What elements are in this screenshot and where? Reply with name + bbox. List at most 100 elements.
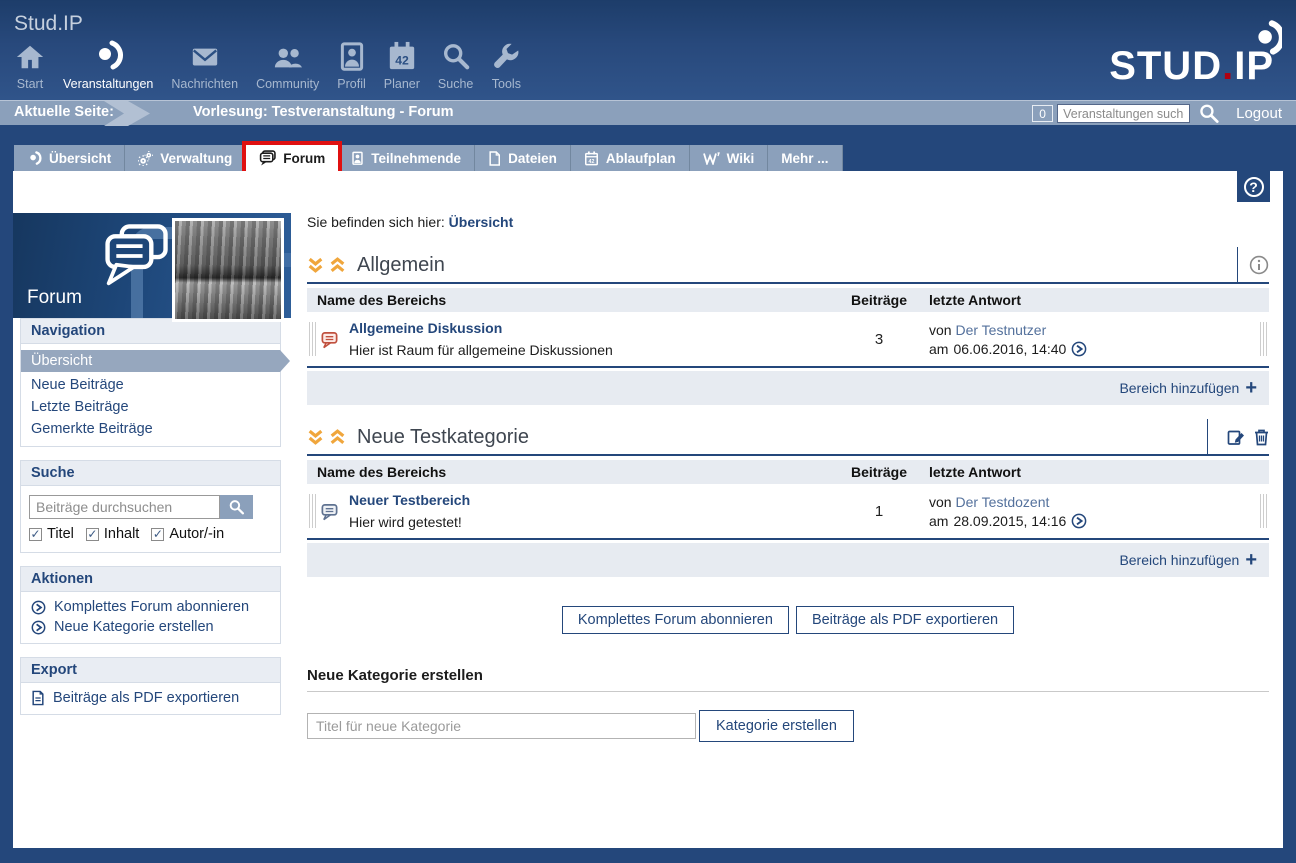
- widget-body: ✓ Titel ✓ Inhalt ✓ Autor/-in: [21, 486, 280, 552]
- course-search-input[interactable]: [1057, 104, 1190, 123]
- export-pdf-button[interactable]: Beiträge als PDF exportieren: [796, 606, 1014, 634]
- goto-post-icon[interactable]: [1071, 513, 1087, 529]
- nav-item-start[interactable]: Start: [6, 38, 54, 91]
- new-category-heading: Neue Kategorie erstellen: [307, 667, 1269, 692]
- search-submit-icon[interactable]: [1198, 103, 1220, 125]
- tab-mehr[interactable]: Mehr ...: [768, 145, 842, 171]
- location-link-uebersicht[interactable]: Übersicht: [449, 214, 514, 230]
- nav-item-profil[interactable]: Profil: [328, 38, 374, 91]
- tab-forum[interactable]: Forum: [246, 145, 338, 171]
- edit-icon[interactable]: [1227, 429, 1245, 446]
- action-export-pdf[interactable]: Beiträge als PDF exportieren: [21, 688, 280, 708]
- tab-dateien[interactable]: Dateien: [475, 145, 571, 171]
- column-name: Name des Bereichs: [307, 464, 839, 480]
- author-link[interactable]: Der Testdozent: [955, 494, 1049, 510]
- sidebar-item-letzte-beitraege[interactable]: Letzte Beiträge: [21, 396, 280, 418]
- top-header: Stud.IP Start Veranstaltungen Nachrichte…: [0, 0, 1296, 100]
- subscribe-forum-button[interactable]: Komplettes Forum abonnieren: [562, 606, 789, 634]
- search-filter-checkboxes: ✓ Titel ✓ Inhalt ✓ Autor/-in: [21, 524, 280, 546]
- tab-ablaufplan[interactable]: 42 Ablaufplan: [571, 145, 690, 171]
- action-label: Neue Kategorie erstellen: [54, 619, 214, 635]
- notification-counter[interactable]: 0: [1032, 105, 1053, 122]
- tab-verwaltung[interactable]: Verwaltung: [125, 145, 246, 171]
- search-icon: [441, 38, 471, 72]
- add-area-link[interactable]: Bereich hinzufügen +: [1119, 380, 1257, 396]
- drag-handle-icon[interactable]: [309, 322, 316, 356]
- checkbox-inhalt[interactable]: ✓ Inhalt: [86, 526, 139, 542]
- expand-all-icon[interactable]: [329, 429, 346, 446]
- checkbox-autor[interactable]: ✓ Autor/-in: [151, 526, 224, 542]
- area-text: Allgemeine Diskussion Hier ist Raum für …: [349, 320, 613, 358]
- author-link[interactable]: Der Testnutzer: [955, 322, 1046, 338]
- add-area-link[interactable]: Bereich hinzufügen +: [1119, 552, 1257, 568]
- page-content: ? Forum Navigation Übersicht Neue Beiträ…: [13, 171, 1283, 848]
- info-icon[interactable]: [1249, 255, 1269, 275]
- widget-title: Suche: [21, 461, 280, 486]
- table-header-row: Name des Bereichs Beiträge letzte Antwor…: [307, 288, 1269, 312]
- breadcrumb-label: Aktuelle Seite:: [14, 104, 114, 120]
- collapse-all-icon[interactable]: [307, 429, 324, 446]
- sidebar-item-label: Übersicht: [31, 353, 92, 369]
- breadcrumb-right-cluster: 0 Logout: [1032, 101, 1290, 126]
- area-link[interactable]: Neuer Testbereich: [349, 492, 470, 508]
- posts-count: 3: [839, 331, 929, 348]
- nav-label: Planer: [384, 77, 420, 91]
- tab-label: Forum: [283, 151, 325, 166]
- action-new-category[interactable]: Neue Kategorie erstellen: [21, 617, 280, 637]
- new-category-title-input[interactable]: [307, 713, 696, 739]
- nav-item-tools[interactable]: Tools: [482, 38, 530, 91]
- action-subscribe-forum[interactable]: Komplettes Forum abonnieren: [21, 597, 280, 617]
- studip-logo: STUD.IP: [1109, 44, 1274, 89]
- nav-item-suche[interactable]: Suche: [429, 38, 482, 91]
- new-category-form: Kategorie erstellen: [307, 710, 1269, 742]
- nav-item-community[interactable]: Community: [247, 38, 328, 91]
- category-tools: [1237, 247, 1269, 283]
- create-category-button[interactable]: Kategorie erstellen: [699, 710, 854, 742]
- area-description: Hier ist Raum für allgemeine Diskussione…: [349, 342, 613, 358]
- goto-post-icon[interactable]: [1071, 341, 1087, 357]
- widget-body: Übersicht Neue Beiträge Letzte Beiträge …: [21, 344, 280, 446]
- nav-label: Nachrichten: [171, 77, 238, 91]
- help-button[interactable]: ?: [1237, 171, 1270, 202]
- checkbox-titel[interactable]: ✓ Titel: [29, 526, 74, 542]
- forum-search-input[interactable]: [29, 495, 220, 519]
- sidebar-item-uebersicht[interactable]: Übersicht: [21, 350, 280, 372]
- category-title: Allgemein: [357, 254, 445, 277]
- sidebar-item-gemerkte-beitraege[interactable]: Gemerkte Beiträge: [21, 418, 280, 440]
- drag-handle-icon[interactable]: [309, 494, 316, 528]
- last-answer-date: 06.06.2016, 14:40: [953, 341, 1066, 357]
- main-navigation: Start Veranstaltungen Nachrichten Commun…: [6, 38, 530, 91]
- forum-bubble-icon: [320, 502, 339, 521]
- location-label: Sie befinden sich hier:: [307, 214, 445, 230]
- tab-uebersicht[interactable]: Übersicht: [14, 145, 125, 171]
- files-icon: [488, 151, 501, 166]
- drag-handle-icon[interactable]: [1260, 322, 1267, 356]
- logout-link[interactable]: Logout: [1236, 105, 1282, 122]
- nav-label: Start: [17, 77, 43, 91]
- nav-item-planer[interactable]: 42 Planer: [375, 38, 429, 91]
- by-label: von: [929, 322, 952, 338]
- forum-search-button[interactable]: [220, 495, 253, 519]
- sidebar: Forum Navigation Übersicht Neue Beiträge…: [13, 213, 291, 728]
- area-name-cell: Allgemeine Diskussion Hier ist Raum für …: [307, 320, 839, 358]
- last-answer-date: 28.09.2015, 14:16: [953, 513, 1066, 529]
- calendar-icon: 42: [387, 38, 417, 72]
- widget-body: Beiträge als PDF exportieren: [21, 683, 280, 714]
- drag-handle-icon[interactable]: [1260, 494, 1267, 528]
- tab-teilnehmende[interactable]: Teilnehmende: [338, 145, 475, 171]
- area-link[interactable]: Allgemeine Diskussion: [349, 320, 502, 336]
- tab-label: Wiki: [727, 151, 755, 166]
- nav-item-veranstaltungen[interactable]: Veranstaltungen: [54, 38, 162, 91]
- last-answer-cell: von Der Testnutzer am 06.06.2016, 14:40: [929, 322, 1269, 357]
- sidebar-item-neue-beitraege[interactable]: Neue Beiträge: [21, 374, 280, 396]
- trash-icon[interactable]: [1254, 429, 1269, 446]
- expand-all-icon[interactable]: [329, 257, 346, 274]
- tab-wiki[interactable]: Wiki: [690, 145, 769, 171]
- collapse-all-icon[interactable]: [307, 257, 324, 274]
- course-tabs: Übersicht Verwaltung Forum Teilnehmende …: [14, 145, 843, 171]
- nav-item-nachrichten[interactable]: Nachrichten: [162, 38, 247, 91]
- tab-label: Ablaufplan: [606, 151, 676, 166]
- last-answer-date-line: am 28.09.2015, 14:16: [929, 513, 1269, 529]
- sidebar-item-label: Letzte Beiträge: [31, 399, 129, 415]
- widget-export: Export Beiträge als PDF exportieren: [20, 657, 281, 715]
